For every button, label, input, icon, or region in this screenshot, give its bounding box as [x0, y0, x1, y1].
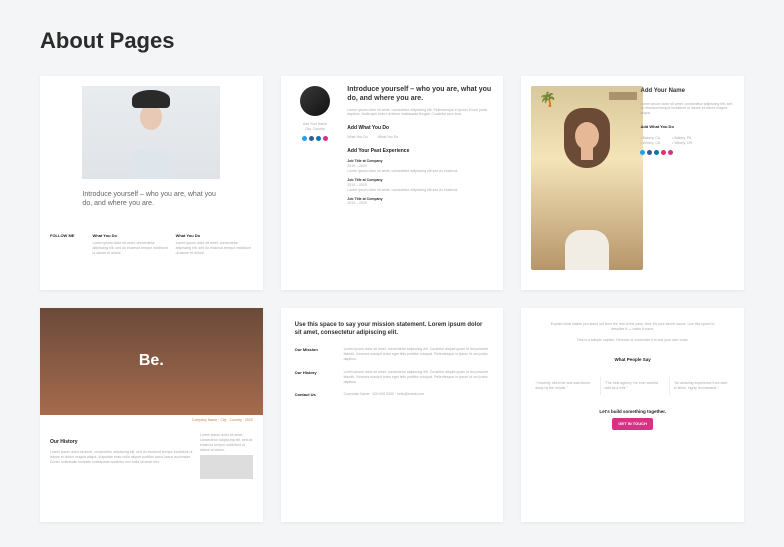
- template-card-6[interactable]: Explain what makes you stand out from th…: [521, 308, 744, 522]
- hero-photo: Be.: [40, 308, 263, 415]
- top-copy: Explain what makes you stand out from th…: [549, 322, 716, 332]
- instagram-icon: [661, 150, 666, 155]
- follow-label: FOLLOW ME: [50, 233, 86, 239]
- row-body: Lorem ipsum dolor sit amet, consectetur …: [344, 347, 490, 362]
- quote: "An amazing experience from start to fin…: [669, 377, 734, 395]
- intro-heading: Introduce yourself – who you are, what y…: [347, 86, 493, 104]
- name-heading: Add Your Name: [640, 88, 734, 96]
- facebook-icon: [309, 136, 314, 141]
- contact-info: Corporate Name · 000 000 0000 · hello@em…: [344, 392, 490, 398]
- job-dates: 2019 – 2020: [347, 201, 493, 206]
- template-card-1[interactable]: Introduce yourself – who you are, what y…: [40, 76, 263, 290]
- list-item: • Winery, OR: [672, 141, 692, 146]
- list-item: • Winery, CA: [640, 141, 660, 146]
- section-heading: Add What You Do: [347, 125, 493, 132]
- twitter-icon: [302, 136, 307, 141]
- bio-body: Lorem ipsum dolor sit amet, consectetur …: [640, 102, 734, 117]
- dribbble-icon: [323, 136, 328, 141]
- dribbble-icon: [668, 150, 673, 155]
- whatyoudo: What You Do: [378, 135, 398, 140]
- job-body: Lorem ipsum dolor sit amet, consectetur …: [347, 188, 493, 193]
- twitter-icon: [640, 150, 645, 155]
- quote: "The best agency I've ever worked with b…: [600, 377, 665, 395]
- section-body: Lorem ipsum dolor sit amet, consectetur …: [50, 450, 194, 465]
- top-copy-2: This is a sample caption. Remove or cust…: [549, 338, 716, 343]
- side-thumb: [200, 455, 253, 479]
- intro-body: Lorem ipsum dolor sit amet, consectetur …: [347, 108, 493, 118]
- logo-text: Be.: [139, 350, 164, 372]
- page-title: About Pages: [40, 28, 744, 54]
- location: City, Country: [305, 127, 325, 132]
- template-grid: Introduce yourself – who you are, what y…: [40, 76, 744, 522]
- hero-photo: [82, 86, 220, 179]
- template-card-2[interactable]: Add Your Name City, Country Introduce yo…: [281, 76, 504, 290]
- row-body: Lorem ipsum dolor sit amet, consectetur …: [344, 370, 490, 385]
- section-heading: Our History: [50, 439, 194, 446]
- job-body: Lorem ipsum dolor sit amet, consectetur …: [347, 169, 493, 174]
- col-heading: What You Do: [176, 233, 253, 239]
- intro-heading: Introduce yourself – who you are, what y…: [82, 191, 220, 209]
- quotes-heading: What People Say: [531, 357, 734, 363]
- section-heading: Add What You Do: [640, 124, 734, 130]
- photo-caption: Company Name · City · Country · 2020: [50, 418, 253, 423]
- hero-photo: 🌴: [531, 86, 642, 270]
- list-item: • Bakery, PA: [672, 136, 692, 141]
- template-card-3[interactable]: 🌴 Add Your Name Lorem ipsum dolor sit am…: [521, 76, 744, 290]
- template-card-5[interactable]: Use this space to say your mission state…: [281, 308, 504, 522]
- palm-icon: 🌴: [539, 90, 556, 110]
- mission-heading: Use this space to say your mission state…: [295, 322, 490, 337]
- linkedin-icon: [654, 150, 659, 155]
- linkedin-icon: [316, 136, 321, 141]
- cta-button[interactable]: GET IN TOUCH: [612, 418, 653, 430]
- col-body: Lorem ipsum dolor sit amet, consectetur …: [176, 241, 253, 256]
- quote: "I recently hired her and was blown away…: [531, 377, 595, 395]
- section-heading: Add Your Past Experience: [347, 148, 493, 155]
- template-card-4[interactable]: Be. Company Name · City · Country · 2020…: [40, 308, 263, 522]
- avatar: [300, 86, 330, 116]
- row-label: Contact Us: [295, 392, 334, 398]
- facebook-icon: [647, 150, 652, 155]
- whatyoudo: What You Do: [347, 135, 367, 140]
- col-heading: What You Do: [92, 233, 169, 239]
- list-item: • Bakery, CA: [640, 136, 660, 141]
- row-label: Our History: [295, 370, 334, 385]
- social-icons: [302, 136, 328, 141]
- col-body: Lorem ipsum dolor sit amet, consectetur …: [92, 241, 169, 256]
- row-label: Our Mission: [295, 347, 334, 362]
- social-icons: [640, 150, 734, 155]
- side-text: Lorem ipsum dolor sit amet, consectetur …: [200, 433, 253, 453]
- cta-heading: Let's build something together.: [531, 409, 734, 415]
